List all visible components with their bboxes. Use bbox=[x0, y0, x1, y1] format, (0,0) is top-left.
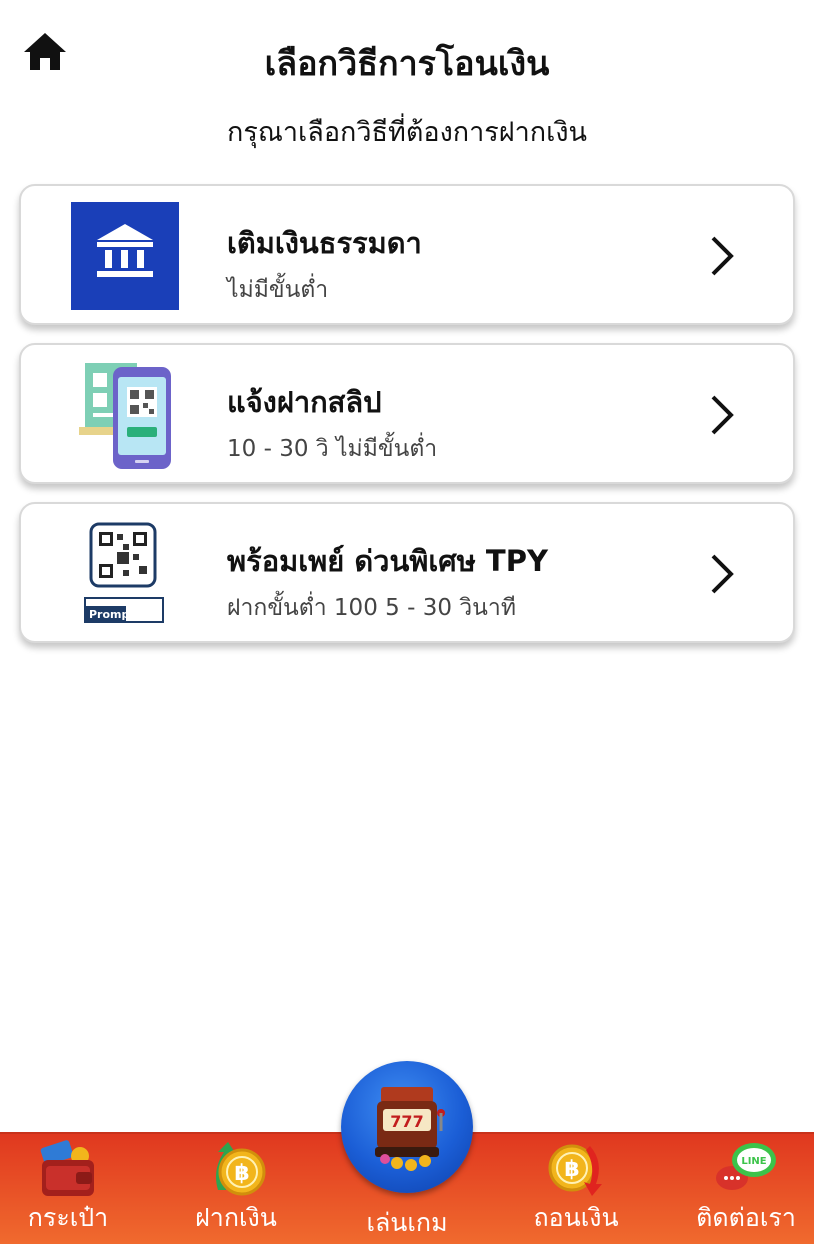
option-title: เติมเงินธรรมดา bbox=[227, 226, 422, 260]
svg-text:฿: ฿ bbox=[234, 1161, 249, 1186]
option-card-promptpay[interactable]: PromptPay พร้อมเพย์ ด่วนพิเศษ TPY ฝากขั้… bbox=[19, 502, 795, 643]
chevron-right-icon bbox=[711, 236, 734, 276]
option-subtitle: ไม่มีขั้นต่ำ bbox=[227, 277, 329, 303]
option-card-normal-topup[interactable]: เติมเงินธรรมดา ไม่มีขั้นต่ำ bbox=[19, 184, 795, 325]
nav-contact[interactable]: LINE ติดต่อเรา bbox=[686, 1134, 806, 1244]
chevron-right-icon bbox=[711, 395, 734, 435]
promptpay-qr-icon: PromptPay bbox=[83, 522, 195, 634]
bank-icon bbox=[69, 200, 181, 312]
nav-label: ถอนเงิน bbox=[533, 1203, 619, 1232]
deposit-method-page: เลือกวิธีการโอนเงิน กรุณาเลือกวิธีที่ต้อ… bbox=[0, 0, 814, 1244]
deposit-coin-icon: ฿ bbox=[216, 1142, 266, 1196]
promptpay-logo-text: PromptPay bbox=[89, 608, 157, 621]
nav-deposit[interactable]: ฿ ฝากเงิน bbox=[176, 1134, 296, 1244]
nav-wallet[interactable]: กระเป๋า bbox=[8, 1134, 128, 1244]
page-title: เลือกวิธีการโอนเงิน bbox=[264, 44, 550, 84]
svg-text:฿: ฿ bbox=[564, 1157, 579, 1182]
slot-machine-icon: 777 bbox=[375, 1087, 445, 1171]
play-game-button[interactable]: 777 bbox=[341, 1061, 473, 1193]
nav-label: ติดต่อเรา bbox=[696, 1203, 796, 1232]
withdraw-coin-icon: ฿ bbox=[548, 1144, 602, 1196]
svg-text:LINE: LINE bbox=[741, 1156, 766, 1167]
nav-withdraw[interactable]: ฿ ถอนเงิน bbox=[516, 1134, 636, 1244]
nav-label: เล่นเกม bbox=[366, 1208, 448, 1237]
chevron-right-icon bbox=[711, 554, 734, 594]
nav-label: กระเป๋า bbox=[27, 1203, 109, 1232]
svg-text:777: 777 bbox=[390, 1112, 423, 1131]
qr-slip-icon bbox=[77, 361, 189, 473]
wallet-icon bbox=[40, 1140, 94, 1196]
option-title: แจ้งฝากสลิป bbox=[227, 385, 382, 419]
line-chat-icon: LINE bbox=[716, 1143, 776, 1190]
page-subtitle: กรุณาเลือกวิธีที่ต้องการฝากเงิน bbox=[227, 117, 587, 148]
option-subtitle: 10 - 30 วิ ไม่มีขั้นต่ำ bbox=[227, 436, 438, 462]
option-subtitle: ฝากขั้นต่ำ 100 5 - 30 วินาที bbox=[227, 595, 516, 621]
option-title: พร้อมเพย์ ด่วนพิเศษ TPY bbox=[227, 544, 548, 578]
nav-label: ฝากเงิน bbox=[195, 1203, 277, 1232]
option-card-slip-deposit[interactable]: แจ้งฝากสลิป 10 - 30 วิ ไม่มีขั้นต่ำ bbox=[19, 343, 795, 484]
